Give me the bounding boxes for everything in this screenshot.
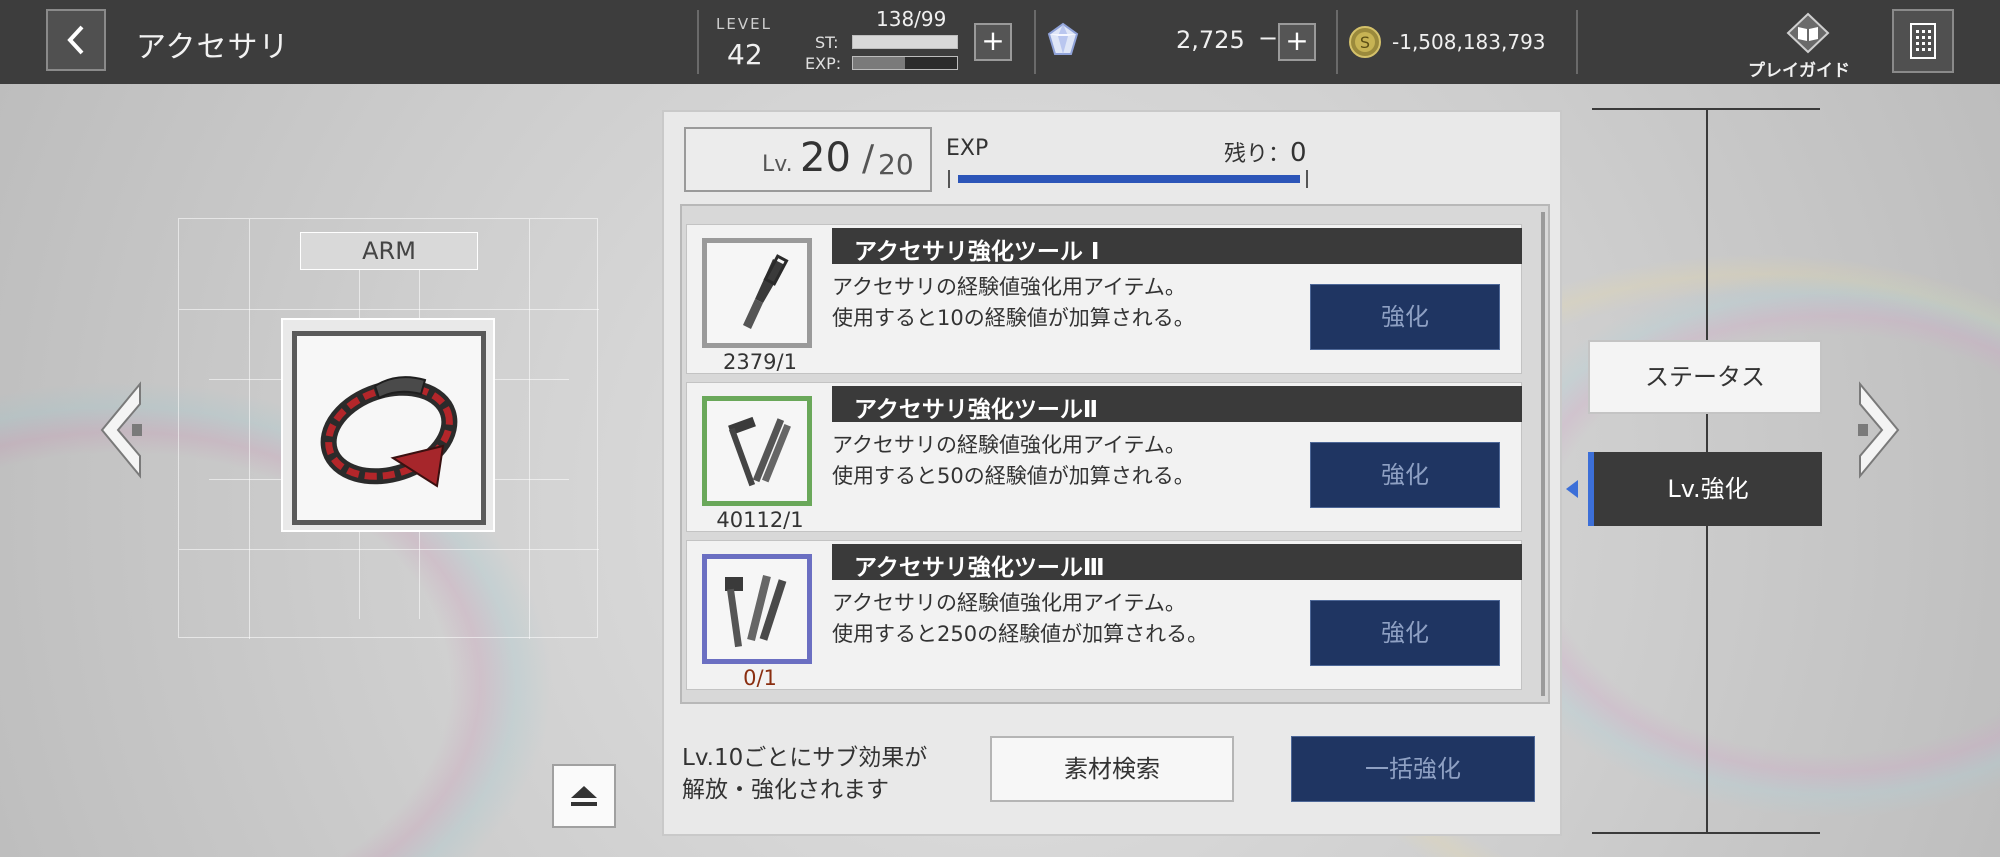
exp-bar <box>852 56 958 70</box>
exp-label: EXP: <box>805 54 842 73</box>
svg-text:S: S <box>1360 33 1370 52</box>
description-line: 使用すると250の経験値が加算される。 <box>832 622 1209 646</box>
chevron-left-icon <box>67 25 84 55</box>
gem-value: 2,725 <box>1176 26 1245 54</box>
material-thumbnail[interactable] <box>702 554 812 664</box>
divider <box>1576 10 1578 74</box>
back-button[interactable] <box>46 9 106 71</box>
st-bar <box>852 35 958 49</box>
enhance-button[interactable]: 強化 <box>1310 600 1500 666</box>
collapse-button[interactable] <box>552 764 616 828</box>
exp-remaining: 残り：0 <box>1224 136 1307 168</box>
level-label: LEVEL <box>716 15 772 33</box>
sub-effect-note: Lv.10ごとにサブ効果が 解放・強化されます <box>682 742 927 806</box>
page-title: アクセサリ <box>136 30 290 65</box>
material-search-button[interactable]: 素材検索 <box>990 736 1234 802</box>
circuit-line <box>529 219 530 639</box>
top-bar: アクセサリ LEVEL 42 138/99 ST: EXP: + 2,725 −… <box>0 0 2000 84</box>
st-bar-fill <box>853 36 957 48</box>
play-guide-label[interactable]: プレイガイド <box>1748 56 1850 81</box>
menu-button[interactable] <box>1892 9 1954 73</box>
lv-prefix: Lv. <box>762 152 793 177</box>
description-line: アクセサリの経験値強化用アイテム。 <box>832 433 1186 457</box>
st-plus-button[interactable]: + <box>974 23 1012 61</box>
material-name: アクセサリ強化ツールⅢ <box>854 555 1105 581</box>
exp-remaining-value: 0 <box>1290 138 1307 168</box>
coin-icon: S <box>1348 25 1382 63</box>
description-line: アクセサリの経験値強化用アイテム。 <box>832 591 1186 615</box>
chevron-left-icon <box>100 381 142 479</box>
tab-status[interactable]: ステータス <box>1588 340 1822 414</box>
st-label: ST: <box>815 33 839 52</box>
divider <box>697 10 699 74</box>
material-thumbnail[interactable] <box>702 238 812 348</box>
eject-icon <box>571 786 597 806</box>
gem-minus: − <box>1258 24 1279 52</box>
material-name: アクセサリ強化ツール Ⅰ <box>854 239 1100 265</box>
chisel-tools-icon <box>725 575 787 648</box>
material-count: 0/1 <box>743 666 777 690</box>
enhance-button[interactable]: 強化 <box>1310 442 1500 508</box>
coin-value: -1,508,183,793 <box>1392 30 1546 54</box>
saw-tool-icon <box>743 254 789 329</box>
description-line: アクセサリの経験値強化用アイテム。 <box>832 275 1186 299</box>
material-thumbnail[interactable] <box>702 396 812 506</box>
circuit-line <box>179 309 599 310</box>
next-item-button[interactable] <box>1856 380 1904 480</box>
description-line: 使用すると10の経験値が加算される。 <box>832 306 1195 330</box>
material-name: アクセサリ強化ツールⅡ <box>854 397 1098 423</box>
exp-bar-fill <box>853 57 905 69</box>
description-line: 使用すると50の経験値が加算される。 <box>832 464 1195 488</box>
enhance-button[interactable]: 強化 <box>1310 284 1500 350</box>
exp-remaining-label: 残り： <box>1224 142 1291 167</box>
divider <box>1034 10 1036 74</box>
hammer-tools-icon <box>728 416 791 487</box>
active-tab-pointer <box>1566 480 1578 498</box>
bracelet-icon <box>320 376 458 488</box>
lv-current: 20 <box>800 135 851 181</box>
level-value: 42 <box>727 38 763 71</box>
slot-label: ARM <box>300 232 478 270</box>
gem-plus-button[interactable]: + <box>1278 23 1316 61</box>
material-description: アクセサリの経験値強化用アイテム。 使用すると250の経験値が加算される。 <box>832 588 1208 650</box>
lv-max: 20 <box>878 148 914 181</box>
chevron-right-icon <box>1858 381 1900 479</box>
note-line: 解放・強化されます <box>682 777 889 803</box>
material-count: 40112/1 <box>716 508 804 532</box>
exp-progress-fill <box>958 175 1300 183</box>
crystal-icon <box>1046 22 1080 62</box>
exp-title: EXP <box>946 136 989 161</box>
grid-menu-icon <box>1910 23 1936 59</box>
note-line: Lv.10ごとにサブ効果が <box>682 745 928 771</box>
circuit-line <box>249 219 250 639</box>
material-description: アクセサリの経験値強化用アイテム。 使用すると50の経験値が加算される。 <box>832 430 1195 492</box>
scrollbar[interactable] <box>1541 212 1545 696</box>
material-description: アクセサリの経験値強化用アイテム。 使用すると10の経験値が加算される。 <box>832 272 1195 334</box>
item-image[interactable] <box>292 331 486 525</box>
prev-item-button[interactable] <box>96 380 144 480</box>
lv-slash: / <box>862 138 875 179</box>
material-count: 2379/1 <box>723 350 797 374</box>
circuit-line <box>179 549 599 550</box>
bulk-enhance-button[interactable]: 一括強化 <box>1291 736 1535 802</box>
divider <box>1336 10 1338 74</box>
book-icon[interactable] <box>1786 12 1830 58</box>
st-value: 138/99 <box>876 7 947 31</box>
tab-lv-enhance[interactable]: Lv.強化 <box>1588 452 1822 526</box>
